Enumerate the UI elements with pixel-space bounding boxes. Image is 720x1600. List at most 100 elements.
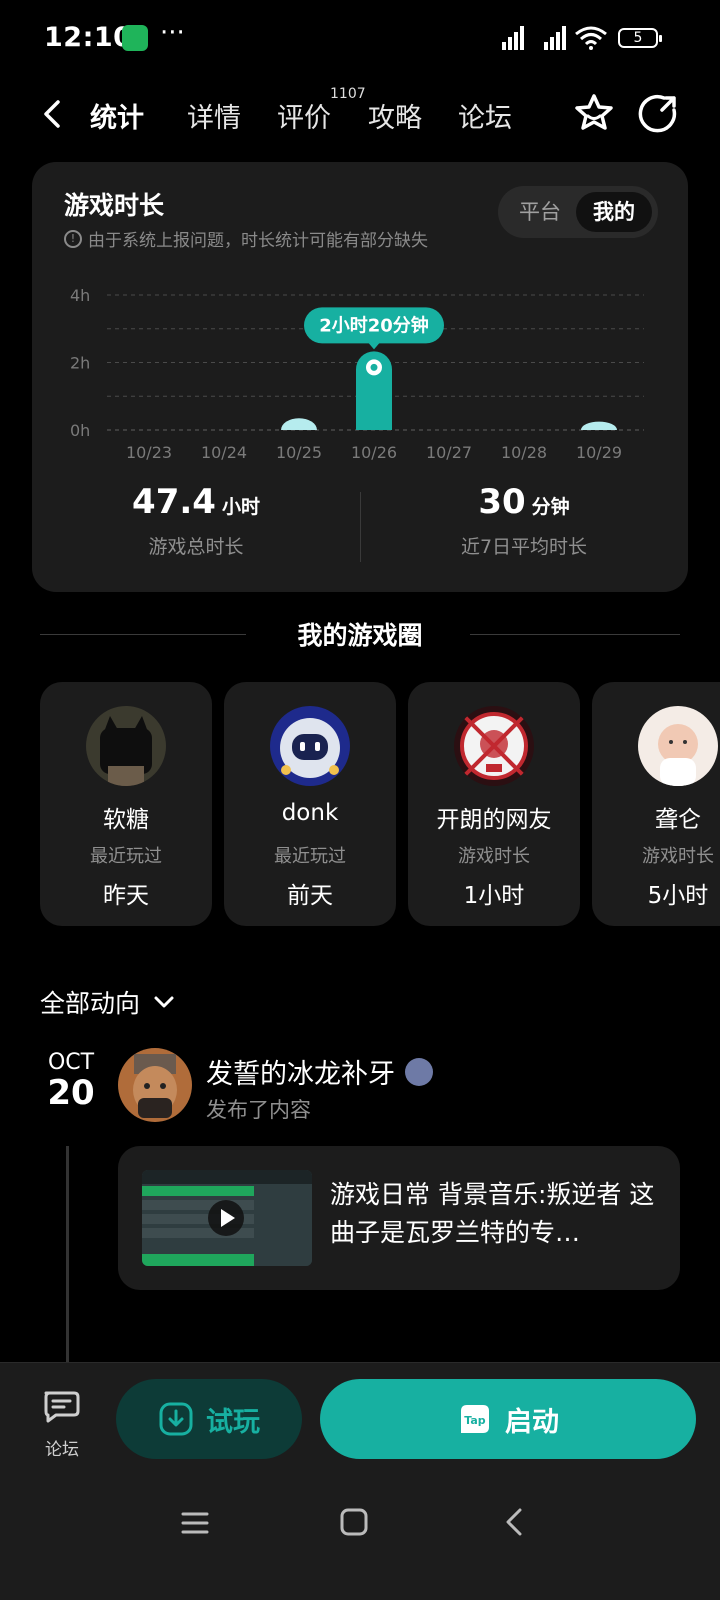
system-nav-bar <box>0 1492 720 1600</box>
home-icon[interactable] <box>338 1506 370 1538</box>
friend-sub: 最近玩过 <box>274 846 346 867</box>
friend-card[interactable]: 开朗的网友 游戏时长 1小时 <box>408 682 580 926</box>
friend-card[interactable]: 聋仑 游戏时长 5小时 <box>592 682 720 926</box>
bottom-action-bar: 论坛 试玩 Tap 启动 <box>0 1362 720 1492</box>
shield-icon <box>122 25 148 51</box>
post-action: 发布了内容 <box>206 1098 311 1122</box>
tab-details[interactable]: 详情 <box>187 96 241 135</box>
forum-chat-icon <box>44 1391 80 1423</box>
x-tick-label: 10/25 <box>276 443 322 462</box>
more-dots-icon: ··· <box>160 18 185 48</box>
back-arrow-icon[interactable] <box>36 96 72 132</box>
status-bar: 12:10 ··· 5 <box>0 0 720 76</box>
divider-line <box>470 634 680 635</box>
chart-tooltip: 2小时20分钟 <box>304 307 444 350</box>
x-tick-label: 10/24 <box>201 443 247 462</box>
friend-name: donk <box>281 800 339 826</box>
friend-name: 聋仑 <box>655 807 701 833</box>
timeline-line <box>66 1146 69 1366</box>
chart-bars <box>281 351 617 430</box>
try-play-label: 试玩 <box>206 1406 260 1438</box>
review-count-badge: 1107 <box>330 86 366 102</box>
y-tick-label: 0h <box>70 421 90 440</box>
friend-sub: 最近玩过 <box>90 846 162 867</box>
total-stat: 47.4 小时 游戏总时长 <box>32 482 360 559</box>
forum-label: 论坛 <box>45 1440 79 1460</box>
feed-filter-label: 全部动向 <box>40 989 141 1018</box>
friend-value: 1小时 <box>463 883 525 909</box>
x-tick-label: 10/27 <box>426 443 472 462</box>
playtime-stats: 47.4 小时 游戏总时长 30 分钟 近7日平均时长 <box>32 482 688 572</box>
trophy-badge-icon <box>405 1057 433 1086</box>
top-nav: 统计 详情 评价 1107 攻略 论坛 <box>0 86 720 146</box>
avatar <box>86 706 166 786</box>
friend-value: 昨天 <box>103 883 149 909</box>
post-day: 20 <box>47 1073 95 1113</box>
average-unit: 分钟 <box>531 496 570 518</box>
tab-guides[interactable]: 攻略 <box>368 96 422 135</box>
friend-sub: 游戏时长 <box>642 846 714 867</box>
post-user[interactable]: 发誓的冰龙补牙 <box>206 1052 433 1091</box>
friend-sub: 游戏时长 <box>458 846 530 867</box>
playtime-chart: 4h2h0h 10/23 10/24 10/25 10/26 10/27 10/28 10/… <box>70 286 644 462</box>
x-tick-label: 10/28 <box>501 443 547 462</box>
post-date: OCT 20 <box>40 1050 102 1113</box>
back-icon[interactable] <box>500 1506 530 1538</box>
svg-text:Tap: Tap <box>464 1414 486 1427</box>
favorite-star-icon[interactable] <box>572 92 616 136</box>
wifi-icon <box>575 26 607 50</box>
signal-icon <box>502 26 524 50</box>
average-label: 近7日平均时长 <box>460 536 588 558</box>
post-text: 游戏日常 背景音乐:叛逆者 这曲子是瓦罗兰特的专… <box>330 1180 655 1247</box>
clock: 12:10 <box>44 22 133 53</box>
avatar <box>454 706 534 786</box>
average-stat: 30 分钟 近7日平均时长 <box>360 482 688 559</box>
friend-card[interactable]: donk 最近玩过 前天 <box>224 682 396 926</box>
launch-button[interactable]: Tap 启动 <box>320 1379 696 1459</box>
menu-icon[interactable] <box>180 1508 210 1538</box>
forum-button[interactable]: 论坛 <box>36 1387 88 1460</box>
total-value: 47.4 <box>132 482 216 522</box>
chevron-down-icon <box>154 996 174 1008</box>
signal-icon <box>544 26 566 50</box>
video-thumbnail[interactable] <box>142 1170 312 1266</box>
try-play-button[interactable]: 试玩 <box>116 1379 302 1459</box>
chart-x-axis: 10/23 10/24 10/25 10/26 10/27 10/28 10/29 <box>126 443 622 462</box>
launch-label: 启动 <box>505 1406 559 1438</box>
post-user-name: 发誓的冰龙补牙 <box>206 1059 395 1090</box>
x-tick-label: 10/26 <box>351 443 397 462</box>
friends-carousel[interactable]: 软糖 最近玩过 昨天 donk 最近玩过 前天 开朗的网友 游戏时长 1小时 聋… <box>40 682 720 926</box>
x-tick-label: 10/23 <box>126 443 172 462</box>
tab-reviews[interactable]: 评价 <box>277 96 331 135</box>
chart-y-axis: 4h 2h 0h <box>70 286 90 440</box>
total-label: 游戏总时长 <box>148 536 244 558</box>
tooltip-text: 2小时20分钟 <box>319 314 429 336</box>
game-circle-header: 我的游戏圈 <box>0 614 720 654</box>
avatar <box>270 706 350 786</box>
tab-forum[interactable]: 论坛 <box>458 96 512 135</box>
friend-value: 5小时 <box>647 883 709 909</box>
tab-stats[interactable]: 统计 <box>90 96 144 135</box>
x-tick-label: 10/29 <box>576 443 622 462</box>
share-icon[interactable] <box>636 92 680 136</box>
post-month: OCT <box>47 1050 95 1075</box>
avatar[interactable] <box>118 1048 192 1122</box>
chart-bar <box>581 421 617 430</box>
post-card[interactable]: 游戏日常 背景音乐:叛逆者 这曲子是瓦罗兰特的专… <box>118 1146 680 1290</box>
feed-filter[interactable]: 全部动向 <box>40 984 176 1020</box>
average-value: 30 <box>478 482 526 522</box>
total-unit: 小时 <box>221 496 260 518</box>
playtime-card: 游戏时长 ! 由于系统上报问题，时长统计可能有部分缺失 平台 我的 4h 2h 0h… <box>32 162 688 592</box>
friend-card[interactable]: 软糖 最近玩过 昨天 <box>40 682 212 926</box>
chart-highlight-dot-center <box>370 363 378 371</box>
battery-icon: 5 <box>618 28 662 48</box>
tap-logo-icon: Tap <box>461 1405 489 1433</box>
chart-bar <box>281 418 317 430</box>
download-icon <box>159 1402 193 1436</box>
avatar <box>638 706 718 786</box>
y-tick-label: 2h <box>70 354 90 373</box>
friend-value: 前天 <box>287 883 333 909</box>
tooltip-pointer <box>368 342 380 350</box>
y-tick-label: 4h <box>70 286 90 305</box>
friend-name: 软糖 <box>103 807 149 833</box>
